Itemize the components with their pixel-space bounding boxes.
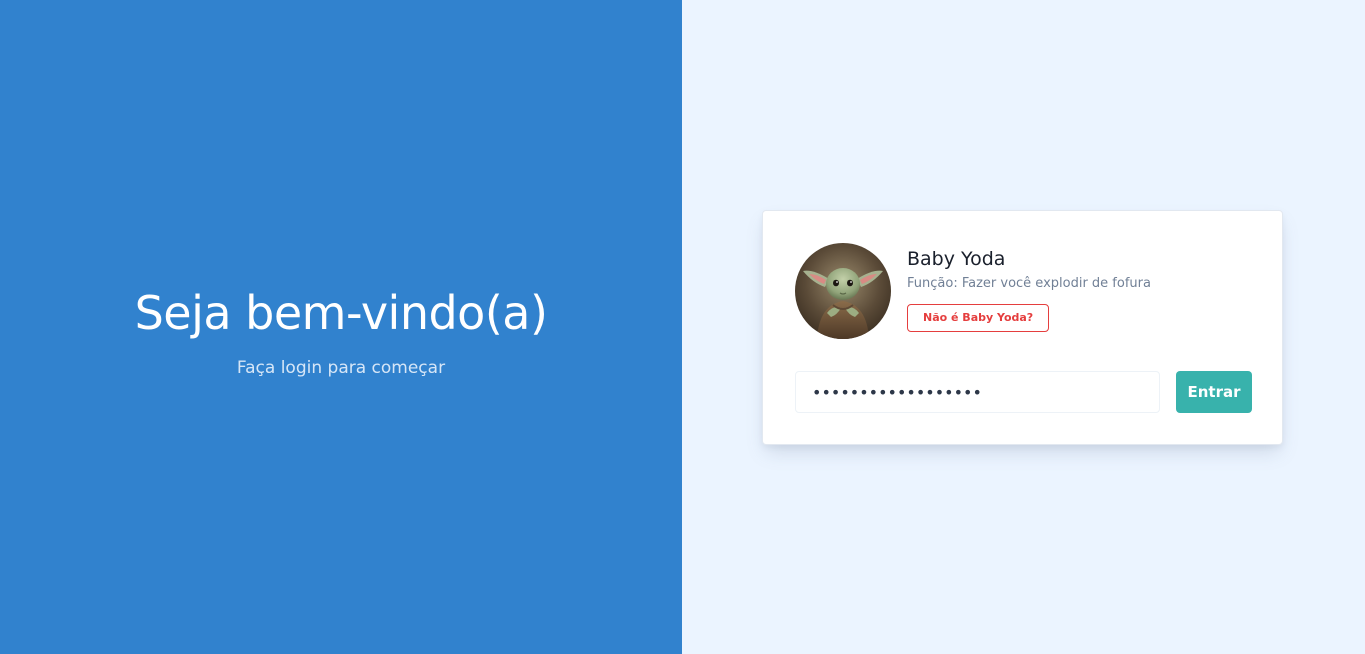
welcome-title: Seja bem-vindo(a): [134, 286, 548, 340]
login-card: Baby Yoda Função: Fazer você explodir de…: [762, 210, 1283, 445]
welcome-panel: Seja bem-vindo(a) Faça login para começa…: [0, 0, 682, 654]
user-name: Baby Yoda: [907, 248, 1006, 270]
password-input[interactable]: [795, 371, 1160, 413]
avatar: [795, 243, 891, 339]
login-page: Seja bem-vindo(a) Faça login para começa…: [0, 0, 1365, 654]
not-user-button[interactable]: Não é Baby Yoda?: [907, 304, 1050, 332]
user-role: Função: Fazer você explodir de fofura: [907, 276, 1151, 291]
submit-button[interactable]: Entrar: [1176, 371, 1252, 413]
profile-info: Baby Yoda Função: Fazer você explodir de…: [907, 243, 1151, 339]
user-profile: Baby Yoda Função: Fazer você explodir de…: [795, 243, 1151, 339]
login-panel: Baby Yoda Função: Fazer você explodir de…: [682, 0, 1365, 654]
welcome-subtitle: Faça login para começar: [236, 358, 446, 378]
login-form: Entrar: [795, 371, 1252, 413]
baby-yoda-avatar-icon: [795, 243, 891, 339]
